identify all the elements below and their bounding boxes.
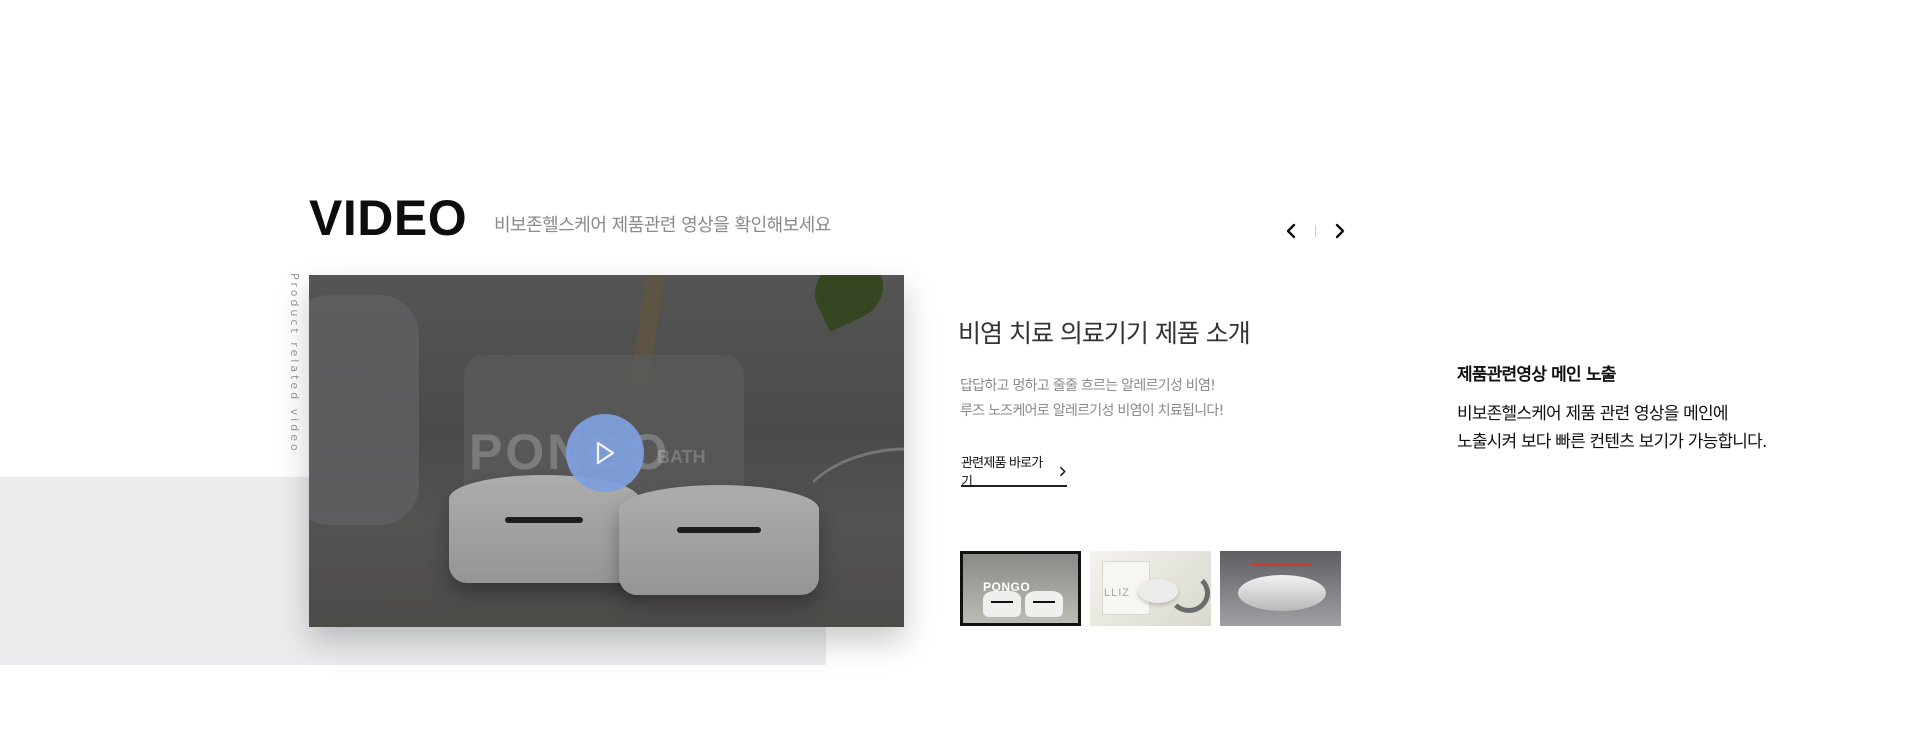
section-subtitle: 비보존헬스케어 제품관련 영상을 확인해보세요 [494, 215, 831, 236]
related-product-link-label: 관련제품 바로가기 [961, 456, 1043, 490]
vertical-label: Product related video [288, 273, 301, 454]
thumbnail-brand-text: LLIZ [1104, 587, 1131, 599]
video-thumbnail[interactable]: PONGO [960, 551, 1081, 626]
video-thumbnail[interactable] [1220, 551, 1341, 626]
video-brand-subtext: BATH [657, 447, 706, 467]
related-product-link[interactable]: 관련제품 바로가기 [961, 456, 1067, 490]
description-line: 답답하고 멍하고 줄줄 흐르는 알레르기성 비염! [960, 378, 1216, 394]
section-title: VIDEO [309, 190, 468, 246]
chevron-left-icon [1286, 223, 1296, 239]
thumb-device [1238, 575, 1326, 611]
play-icon [596, 441, 615, 465]
annotation-line: 노출시켜 보다 빠른 컨텐츠 보기가 가능합니다. [1457, 432, 1767, 452]
video-player[interactable]: PONGO BATH [309, 275, 904, 627]
chevron-right-icon [1335, 223, 1345, 239]
thumb-device [1025, 591, 1063, 617]
thumbnail-brand-text: PONGO [983, 580, 1031, 594]
description-line: 루즈 노즈케어로 알레르기성 비염이 치료됩니다! [960, 403, 1224, 419]
thumb-accent-line [1250, 563, 1312, 566]
play-button[interactable] [566, 414, 644, 492]
nav-divider [1315, 225, 1316, 237]
chevron-right-icon [1060, 466, 1066, 476]
annotation-title: 제품관련영상 메인 노출 [1457, 365, 1616, 385]
prev-button[interactable] [1280, 220, 1302, 242]
video-thumbnail[interactable]: LLIZ [1090, 551, 1211, 626]
annotation-line: 비보존헬스케어 제품 관련 영상을 메인에 [1457, 404, 1729, 424]
slider-nav [1280, 220, 1351, 242]
video-description: 답답하고 멍하고 줄줄 흐르는 알레르기성 비염! 루즈 노즈케어로 알레르기성… [960, 374, 1224, 424]
thumb-device [983, 591, 1021, 617]
video-thumbnails: PONGO LLIZ [960, 551, 1341, 626]
video-title: 비염 치료 의료기기 제품 소개 [958, 319, 1251, 348]
next-button[interactable] [1329, 220, 1351, 242]
annotation-text: 비보존헬스케어 제품 관련 영상을 메인에 노출시켜 보다 빠른 컨텐츠 보기가… [1457, 400, 1767, 456]
thumb-band [1168, 573, 1210, 613]
